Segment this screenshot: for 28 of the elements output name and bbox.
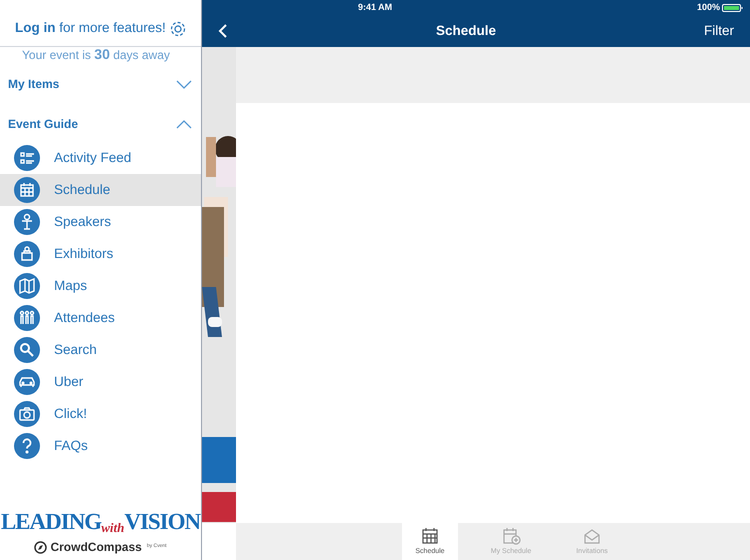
brand-name: CrowdCompass <box>50 539 142 556</box>
people-icon <box>14 305 40 331</box>
camera-icon <box>14 401 40 427</box>
battery-percent: 100% <box>696 0 720 14</box>
compass-icon <box>34 540 48 554</box>
filter-button[interactable]: Filter <box>704 20 734 42</box>
menu-item[interactable]: Schedule <box>0 174 201 206</box>
section-header[interactable]: Event Guide <box>8 115 78 133</box>
chevron-up-icon[interactable] <box>176 120 192 128</box>
calendar-plus-icon <box>501 526 521 546</box>
back-icon[interactable] <box>218 23 228 39</box>
calendar-icon <box>420 526 440 546</box>
battery-icon <box>722 4 744 12</box>
nav-title: Schedule <box>436 22 496 40</box>
booth-icon <box>14 241 40 267</box>
login-prompt[interactable]: Log in for more features! <box>15 18 166 38</box>
feed-icon <box>14 145 40 171</box>
calendar-icon <box>14 177 40 203</box>
question-icon <box>14 433 40 459</box>
search-icon <box>14 337 40 363</box>
status-time: 9:41 AM <box>358 0 392 14</box>
settings-icon[interactable] <box>169 20 187 38</box>
event-countdown: Your event is 30 days away <box>21 47 171 62</box>
car-icon <box>14 369 40 395</box>
map-icon <box>14 273 40 299</box>
section-header[interactable]: My Items <box>8 75 60 93</box>
speaker-icon <box>14 209 40 235</box>
chevron-down-icon[interactable] <box>176 80 192 88</box>
